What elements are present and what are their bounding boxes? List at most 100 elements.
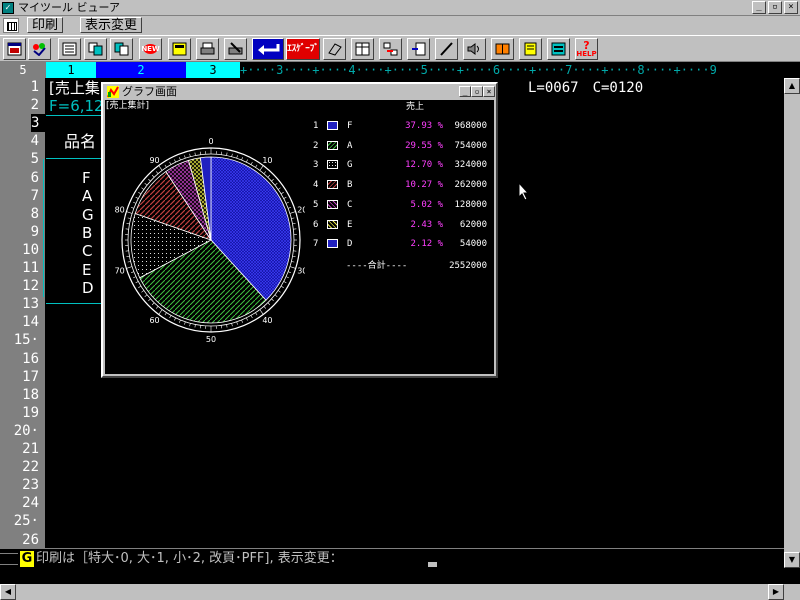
dial-tick [169,161,172,165]
command-prompt-line[interactable]: G 印刷は［特大･0, 大･1, 小･2, 改頁･PFF], 表示変更： [0,548,800,568]
dial-tick-label: 30 [297,267,305,276]
dial-tick [250,161,253,165]
line-number: 13 [22,296,39,313]
toolbar-easy-button[interactable]: ｴｽｹﾞｰﾌﾞ [286,38,320,60]
dial-tick-label: 50 [206,335,216,344]
line-number: 25· [13,513,39,530]
legend-category: E [347,219,353,230]
dial-tick [164,312,167,316]
graph-close-button[interactable]: × [483,86,495,97]
toolbar-new-button[interactable]: NEW [139,38,162,60]
minimize-button[interactable]: _ [752,1,766,14]
toolbar-calc-button[interactable] [58,38,81,60]
menu-print[interactable]: 印刷 [27,17,64,33]
toolbar-eraser-button[interactable] [323,38,346,60]
dial-tick [127,217,131,219]
dial-tick [241,157,243,161]
toolbar-insert-button[interactable] [407,38,430,60]
dial-tick [138,192,142,195]
graph-icon [107,86,119,98]
dial-tick [135,196,139,199]
dial-tick [148,178,151,182]
graph-window[interactable]: グラフ画面 _ ▫ × [売上集計] 0 10 20 30 40 50 60 70 80 90 [101,82,498,378]
dial-tick [292,255,296,257]
legend-category: B [347,180,353,191]
horizontal-scrollbar[interactable]: ◀ ▶ [0,584,784,600]
ruler-scale: +····3····+····4····+····5····+····6····… [240,63,717,77]
toolbar-paste-button[interactable] [110,38,133,60]
legend-index: 6 [313,219,319,230]
toolbar-help-button[interactable]: ? HELP [575,38,598,60]
app-icon[interactable]: ✓ [2,2,14,14]
toolbar-speaker-button[interactable] [463,38,486,60]
toolbar-window-button[interactable] [3,38,26,60]
total-value: 2552000 [449,261,487,271]
easy-icon: ｴｽｹﾞｰﾌﾞ [287,44,319,54]
dial-tick [250,315,253,319]
ruler-col-2[interactable]: 2 [96,62,186,78]
dial-tick [291,261,295,263]
dial-tick [241,319,243,323]
toolbar-transfer-button[interactable] [379,38,402,60]
memo-icon [524,42,537,56]
line-number: 10 [22,241,39,258]
dial-tick [271,298,274,302]
dial-tick [255,164,258,168]
toolbar-memo-button[interactable] [519,38,542,60]
function-key-badge: G [20,551,34,567]
restore-button[interactable]: ▫ [768,1,782,14]
dial-tick-label: 90 [149,156,159,165]
toolbar-book-button[interactable] [491,38,514,60]
print-prompt-text: 印刷は［特大･0, 大･1, 小･2, 改頁･PFF], 表示変更： [36,551,343,566]
graph-restore-button[interactable]: ▫ [471,86,483,97]
table-icon [355,42,370,56]
legend-swatch [327,219,338,229]
vertical-scrollbar[interactable]: ▲ ▼ [784,78,800,568]
dial-tick [126,266,133,269]
line-number: 3 [31,114,45,133]
message-strip [0,568,784,584]
dial-tick-label: 40 [262,316,272,325]
toolbar-print-setup-button[interactable] [224,38,247,60]
scrollbar-corner [784,584,800,600]
calculator-icon[interactable] [3,18,19,33]
toolbar-enter-button[interactable] [252,38,284,60]
dial-tick [255,312,258,316]
color-palette-icon [33,43,46,56]
ruler-col-3[interactable]: 3 [186,62,240,78]
item-name: A [82,187,93,206]
line-number: 11 [22,260,39,276]
toolbar-print-button[interactable] [196,38,219,60]
dial-tick [155,171,159,174]
dial-tick [174,159,176,163]
dial-tick [285,276,289,279]
new-icon-label: NEW [141,45,160,53]
dial-tick [141,290,145,293]
legend-index: 3 [313,160,319,171]
graph-window-titlebar[interactable]: グラフ画面 _ ▫ × [105,85,495,99]
scroll-right-button[interactable]: ▶ [768,584,784,600]
enter-icon [258,44,280,55]
toolbar-table-button[interactable] [351,38,374,60]
toolbar-save-button[interactable] [168,38,191,60]
close-button[interactable]: × [784,1,798,14]
dial-tick [280,192,284,195]
dial-tick [280,285,284,288]
legend-swatch [327,239,338,249]
toolbar-color-button[interactable] [28,38,51,60]
copy-icon [88,42,103,56]
ruler-col-1[interactable]: 1 [46,62,96,78]
scroll-up-button[interactable]: ▲ [784,78,800,94]
dial-tick [277,187,281,190]
scroll-left-button[interactable]: ◀ [0,584,16,600]
cursor-position: L=0067 C=0120 [528,80,644,96]
toolbar-copy-button[interactable] [84,38,107,60]
line-number: 20· [13,422,39,439]
toolbar-exchange-button[interactable] [547,38,570,60]
item-name: G [82,205,94,224]
scroll-down-button[interactable]: ▼ [784,552,800,568]
toolbar-pen-button[interactable] [435,38,458,60]
menu-display-change[interactable]: 表示変更 [80,17,143,33]
book-icon [495,43,510,55]
graph-minimize-button[interactable]: _ [459,86,471,97]
